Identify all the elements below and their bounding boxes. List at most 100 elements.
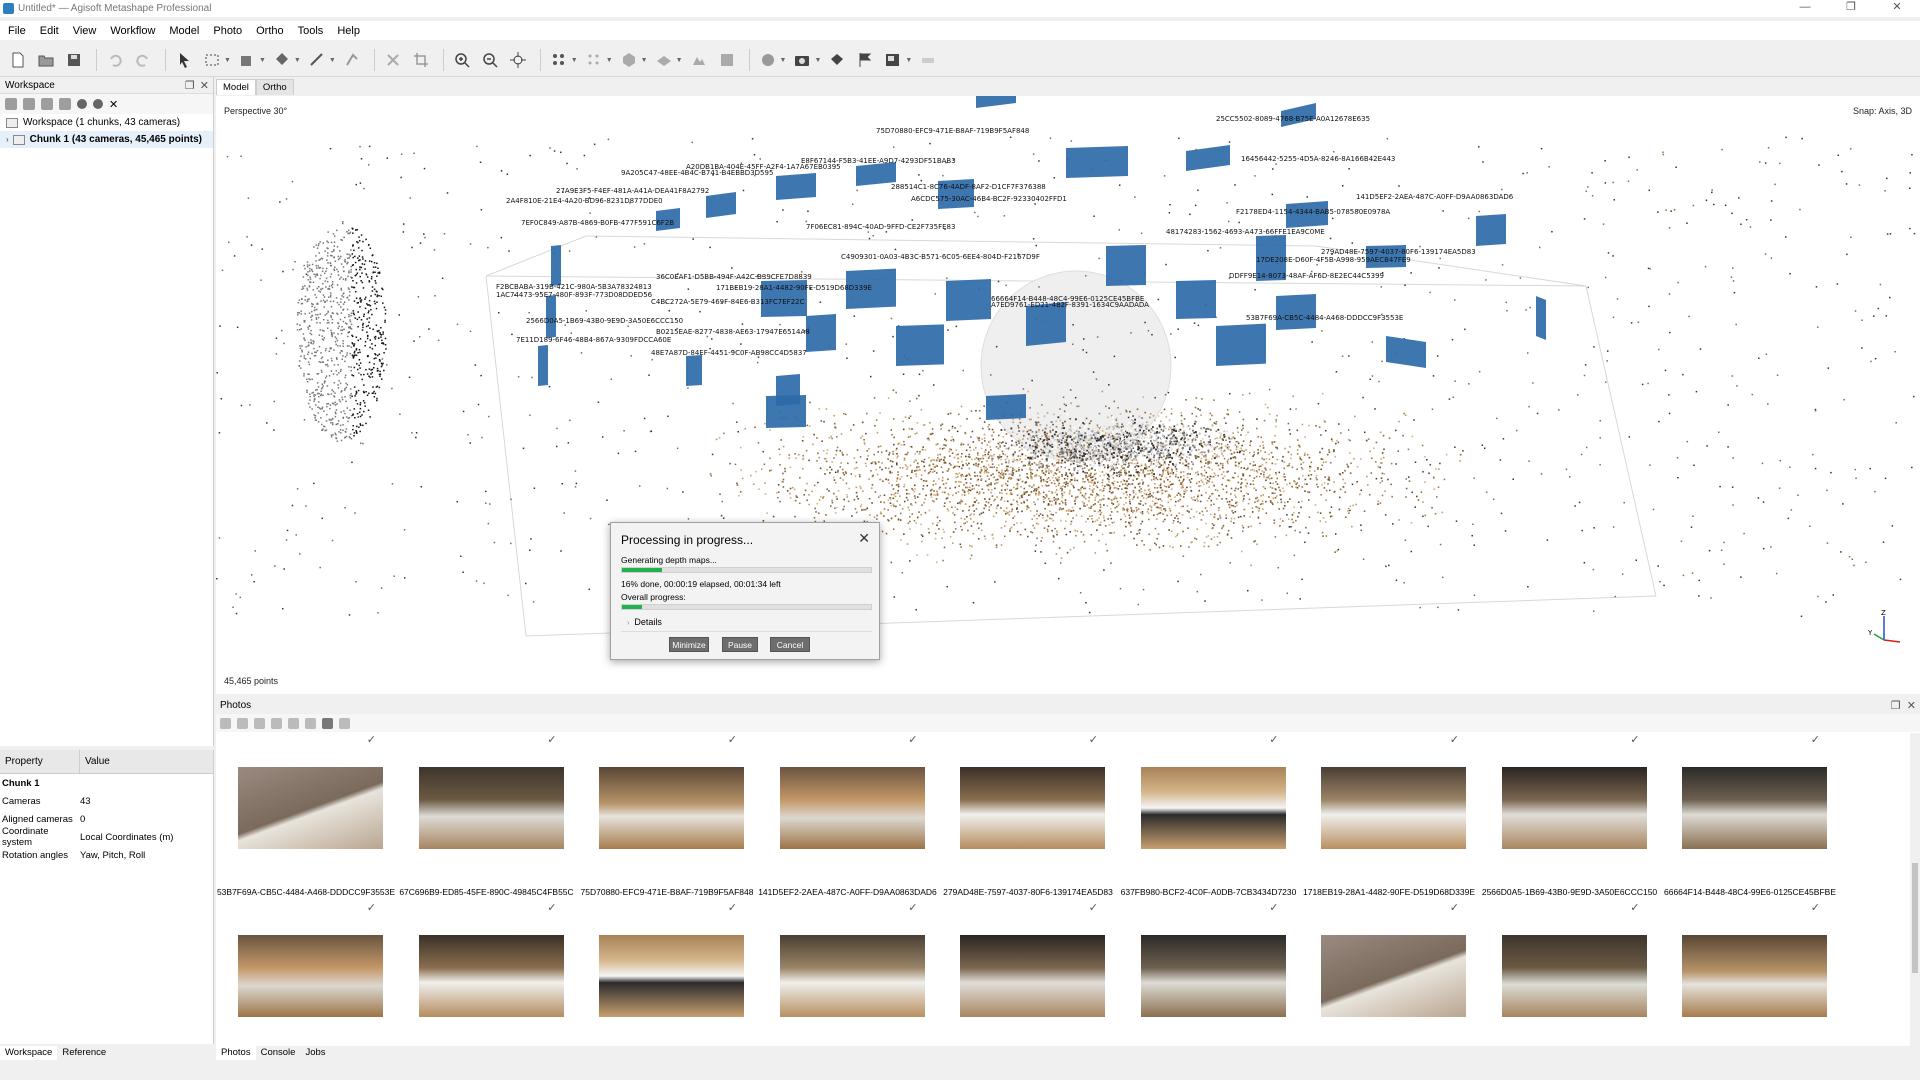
chevron-down-icon[interactable]: ▼ — [259, 57, 266, 64]
chevron-down-icon[interactable]: ▼ — [571, 57, 578, 64]
minimize-window-button[interactable]: — — [1782, 0, 1828, 17]
model-viewport[interactable]: 25CC5502-8089-4768-B75E-A0A12678E635 75D7… — [216, 96, 1920, 694]
point — [963, 494, 966, 496]
show-cameras-icon[interactable] — [790, 48, 814, 72]
tab-model[interactable]: Model — [216, 79, 256, 95]
menu-model[interactable]: Model — [169, 25, 199, 37]
orthomosaic-icon[interactable] — [715, 48, 739, 72]
menu-photo[interactable]: Photo — [213, 25, 242, 37]
add-folder-icon[interactable] — [41, 98, 53, 110]
add-chunk-icon[interactable] — [5, 98, 17, 110]
point — [319, 329, 322, 331]
point — [1024, 426, 1026, 428]
point — [1271, 193, 1274, 196]
chevron-down-icon[interactable]: ▼ — [780, 57, 787, 64]
chevron-down-icon[interactable]: ▼ — [905, 57, 912, 64]
menu-view[interactable]: View — [73, 25, 97, 37]
point — [1190, 477, 1193, 480]
zoom-in-icon[interactable] — [450, 48, 474, 72]
point — [1142, 588, 1145, 591]
dem-icon[interactable] — [687, 48, 711, 72]
point — [975, 508, 978, 510]
chevron-down-icon[interactable]: ▼ — [641, 57, 648, 64]
point — [226, 155, 229, 158]
crop-icon[interactable] — [409, 48, 433, 72]
save-icon[interactable] — [62, 48, 86, 72]
point — [316, 273, 318, 275]
point — [329, 262, 332, 265]
chunk-item[interactable]: › Chunk 1 (43 cameras, 45,465 points) — [0, 131, 213, 148]
point — [376, 370, 379, 372]
undo-icon[interactable] — [103, 48, 127, 72]
reset-view-icon[interactable] — [506, 48, 530, 72]
point — [341, 350, 343, 352]
menu-help[interactable]: Help — [337, 25, 360, 37]
chevron-down-icon[interactable]: ▼ — [814, 57, 821, 64]
tiled-model-icon[interactable] — [652, 48, 676, 72]
point — [1046, 481, 1049, 483]
show-markers-icon[interactable] — [825, 48, 849, 72]
rectangle-selection-icon[interactable] — [200, 48, 224, 72]
menu-workflow[interactable]: Workflow — [110, 25, 155, 37]
point — [1591, 194, 1594, 197]
close-panel-icon[interactable]: ✕ — [200, 79, 209, 92]
restore-window-button[interactable]: ❐ — [1828, 0, 1874, 17]
point — [894, 495, 897, 498]
draw-polyline-icon[interactable] — [340, 48, 364, 72]
menu-tools[interactable]: Tools — [298, 25, 324, 37]
chevron-down-icon[interactable]: ▼ — [606, 57, 613, 64]
show-flags-icon[interactable] — [853, 48, 877, 72]
point — [1167, 471, 1170, 474]
rotate-object-icon[interactable] — [270, 48, 294, 72]
point — [1710, 597, 1712, 599]
menu-ortho[interactable]: Ortho — [256, 25, 284, 37]
add-photos-icon[interactable] — [23, 98, 35, 110]
navigation-cursor-icon[interactable] — [172, 48, 196, 72]
show-images-icon[interactable] — [881, 48, 905, 72]
shading-sphere-icon[interactable] — [756, 48, 780, 72]
point-cloud-scene[interactable]: 25CC5502-8089-4768-B75E-A0A12678E63575D7… — [216, 96, 1920, 694]
point — [1375, 477, 1378, 480]
point — [978, 439, 980, 442]
mesh-model-icon[interactable] — [617, 48, 641, 72]
point — [968, 453, 971, 456]
point — [1291, 514, 1294, 516]
chevron-down-icon[interactable]: ▼ — [329, 57, 336, 64]
chevron-down-icon[interactable]: ▼ — [224, 57, 231, 64]
chevron-down-icon[interactable]: ▼ — [676, 57, 683, 64]
enable-icon[interactable] — [77, 99, 87, 109]
value-column-header[interactable]: Value — [80, 756, 110, 767]
add-marker-icon[interactable] — [59, 98, 71, 110]
point — [344, 412, 346, 415]
point — [1439, 543, 1442, 546]
close-window-button[interactable]: ✕ — [1874, 0, 1920, 17]
remove-icon[interactable]: ✕ — [109, 98, 118, 111]
tab-ortho[interactable]: Ortho — [255, 79, 294, 95]
property-column-header[interactable]: Property — [0, 756, 43, 767]
tab-workspace[interactable]: Workspace — [0, 1046, 58, 1060]
point — [1248, 392, 1251, 395]
open-folder-icon[interactable] — [34, 48, 58, 72]
point — [1422, 471, 1424, 473]
tab-reference[interactable]: Reference — [57, 1046, 111, 1060]
point — [1585, 446, 1588, 449]
delete-selection-icon[interactable] — [381, 48, 405, 72]
dense-cloud-icon[interactable] — [582, 48, 606, 72]
point-cloud-icon[interactable] — [547, 48, 571, 72]
expand-arrow-icon[interactable]: › — [6, 135, 9, 144]
float-panel-icon[interactable]: ❐ — [185, 79, 195, 92]
menu-file[interactable]: File — [8, 25, 26, 37]
zoom-out-icon[interactable] — [478, 48, 502, 72]
redo-icon[interactable] — [131, 48, 155, 72]
toolbar-separator — [373, 49, 375, 71]
region-icon[interactable] — [916, 48, 940, 72]
point — [1271, 487, 1274, 489]
chevron-down-icon[interactable]: ▼ — [294, 57, 301, 64]
disable-icon[interactable] — [93, 99, 103, 109]
menu-edit[interactable]: Edit — [40, 25, 59, 37]
point — [1154, 396, 1156, 399]
new-document-icon[interactable] — [6, 48, 30, 72]
workspace-root-item[interactable]: Workspace (1 chunks, 43 cameras) — [0, 114, 213, 131]
ruler-icon[interactable] — [305, 48, 329, 72]
resize-region-icon[interactable] — [235, 48, 259, 72]
